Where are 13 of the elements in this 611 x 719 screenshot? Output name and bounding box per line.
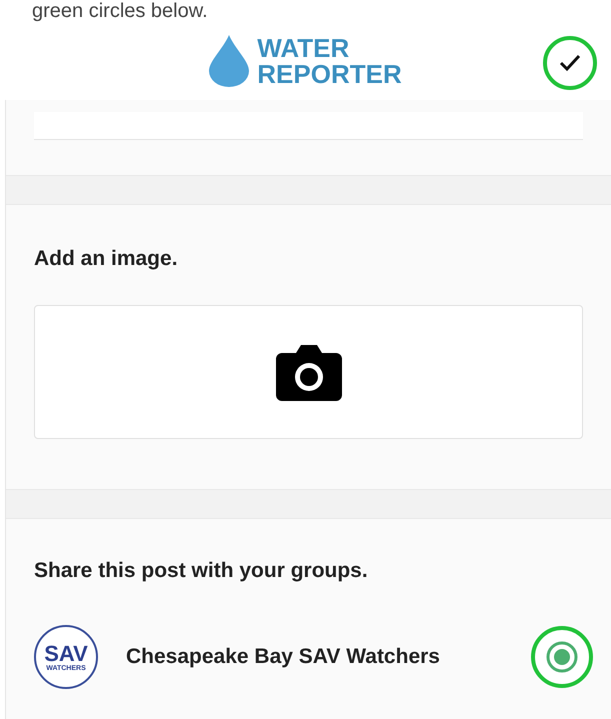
section-heading: Add an image. [34, 246, 179, 272]
logo-text: REPORTER [257, 61, 402, 87]
selected-dot-icon [546, 641, 578, 673]
group-name: Chesapeake Bay SAV Watchers [126, 644, 441, 670]
logo-text: WATER [257, 35, 350, 61]
section-heading: Share this post with your groups. [34, 558, 369, 584]
image-upload-area[interactable] [34, 304, 583, 438]
camera-icon [276, 342, 342, 400]
checkmark-icon [559, 54, 581, 72]
water-drop-icon [209, 35, 250, 87]
caption-text: green circles below. [32, 0, 208, 22]
submit-button[interactable] [543, 36, 597, 90]
text-field[interactable] [34, 112, 583, 140]
